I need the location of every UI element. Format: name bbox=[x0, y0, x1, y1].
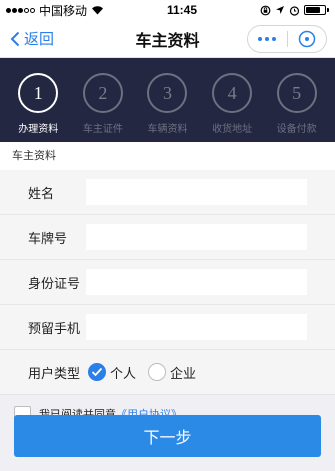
more-dots-icon bbox=[258, 37, 277, 41]
rotation-lock-icon bbox=[260, 5, 271, 15]
plate-input[interactable] bbox=[86, 224, 307, 250]
id-row: 身份证号 bbox=[0, 260, 335, 305]
personal-option-label: 个人 bbox=[110, 365, 137, 381]
location-arrow-icon bbox=[275, 6, 284, 14]
chevron-left-icon bbox=[10, 31, 20, 46]
step-4: 4 收货地址 bbox=[203, 73, 261, 135]
phone-input[interactable] bbox=[86, 314, 307, 340]
step-label: 车辆资料 bbox=[147, 124, 188, 135]
name-row: 姓名 bbox=[0, 170, 335, 215]
owner-form: 姓名 车牌号 身份证号 预留手机 用户类型 个人 企业 bbox=[0, 170, 335, 395]
status-bar: 中国移动 11:45 bbox=[0, 0, 335, 20]
user-type-company-option[interactable]: 企业 bbox=[148, 363, 196, 382]
company-radio-icon bbox=[148, 363, 167, 381]
id-number-input[interactable] bbox=[86, 269, 307, 295]
plate-label: 车牌号 bbox=[28, 230, 68, 246]
step-number-circle: 2 bbox=[82, 73, 123, 113]
mini-program-capsule bbox=[247, 25, 327, 53]
step-number-circle: 5 bbox=[276, 73, 317, 113]
user-type-personal-option[interactable]: 个人 bbox=[88, 363, 136, 382]
step-label: 车主证件 bbox=[82, 124, 123, 135]
section-title: 车主资料 bbox=[0, 142, 335, 170]
alarm-clock-icon bbox=[289, 5, 300, 16]
step-number-circle: 4 bbox=[212, 73, 253, 113]
step-1: 1 办理资料 bbox=[9, 73, 67, 135]
step-number-circle: 3 bbox=[147, 73, 188, 113]
phone-label: 预留手机 bbox=[28, 320, 81, 336]
next-step-button[interactable]: 下一步 bbox=[14, 415, 321, 457]
step-label: 办理资料 bbox=[18, 124, 59, 135]
nav-bar: 返回 车主资料 bbox=[0, 20, 335, 58]
step-label: 收货地址 bbox=[212, 124, 253, 135]
step-2: 2 车主证件 bbox=[74, 73, 132, 135]
name-input[interactable] bbox=[86, 179, 307, 205]
step-number-circle: 1 bbox=[18, 73, 59, 113]
more-button[interactable] bbox=[248, 26, 287, 52]
user-type-label: 用户类型 bbox=[28, 365, 81, 381]
status-time: 11:45 bbox=[166, 3, 198, 17]
wifi-icon bbox=[92, 6, 104, 15]
status-left: 中国移动 bbox=[6, 2, 104, 19]
id-number-label: 身份证号 bbox=[28, 275, 81, 291]
carrier-name: 中国移动 bbox=[39, 3, 88, 18]
step-label: 设备付款 bbox=[276, 124, 317, 135]
progress-steps: 1 办理资料 2 车主证件 3 车辆资料 4 收货地址 5 设备付款 bbox=[0, 58, 335, 142]
status-right bbox=[260, 5, 329, 16]
phone-row: 预留手机 bbox=[0, 305, 335, 350]
step-5: 5 设备付款 bbox=[268, 73, 326, 135]
close-target-icon bbox=[298, 30, 315, 48]
step-3: 3 车辆资料 bbox=[138, 73, 196, 135]
personal-radio-checked-icon bbox=[88, 363, 106, 381]
close-button[interactable] bbox=[288, 26, 327, 52]
back-button[interactable]: 返回 bbox=[0, 28, 54, 49]
back-label: 返回 bbox=[24, 31, 55, 48]
name-label: 姓名 bbox=[28, 185, 55, 201]
user-type-row: 用户类型 个人 企业 bbox=[0, 350, 335, 395]
plate-row: 车牌号 bbox=[0, 215, 335, 260]
battery-icon bbox=[303, 5, 329, 15]
signal-strength-icon bbox=[6, 7, 35, 13]
company-option-label: 企业 bbox=[170, 365, 197, 381]
